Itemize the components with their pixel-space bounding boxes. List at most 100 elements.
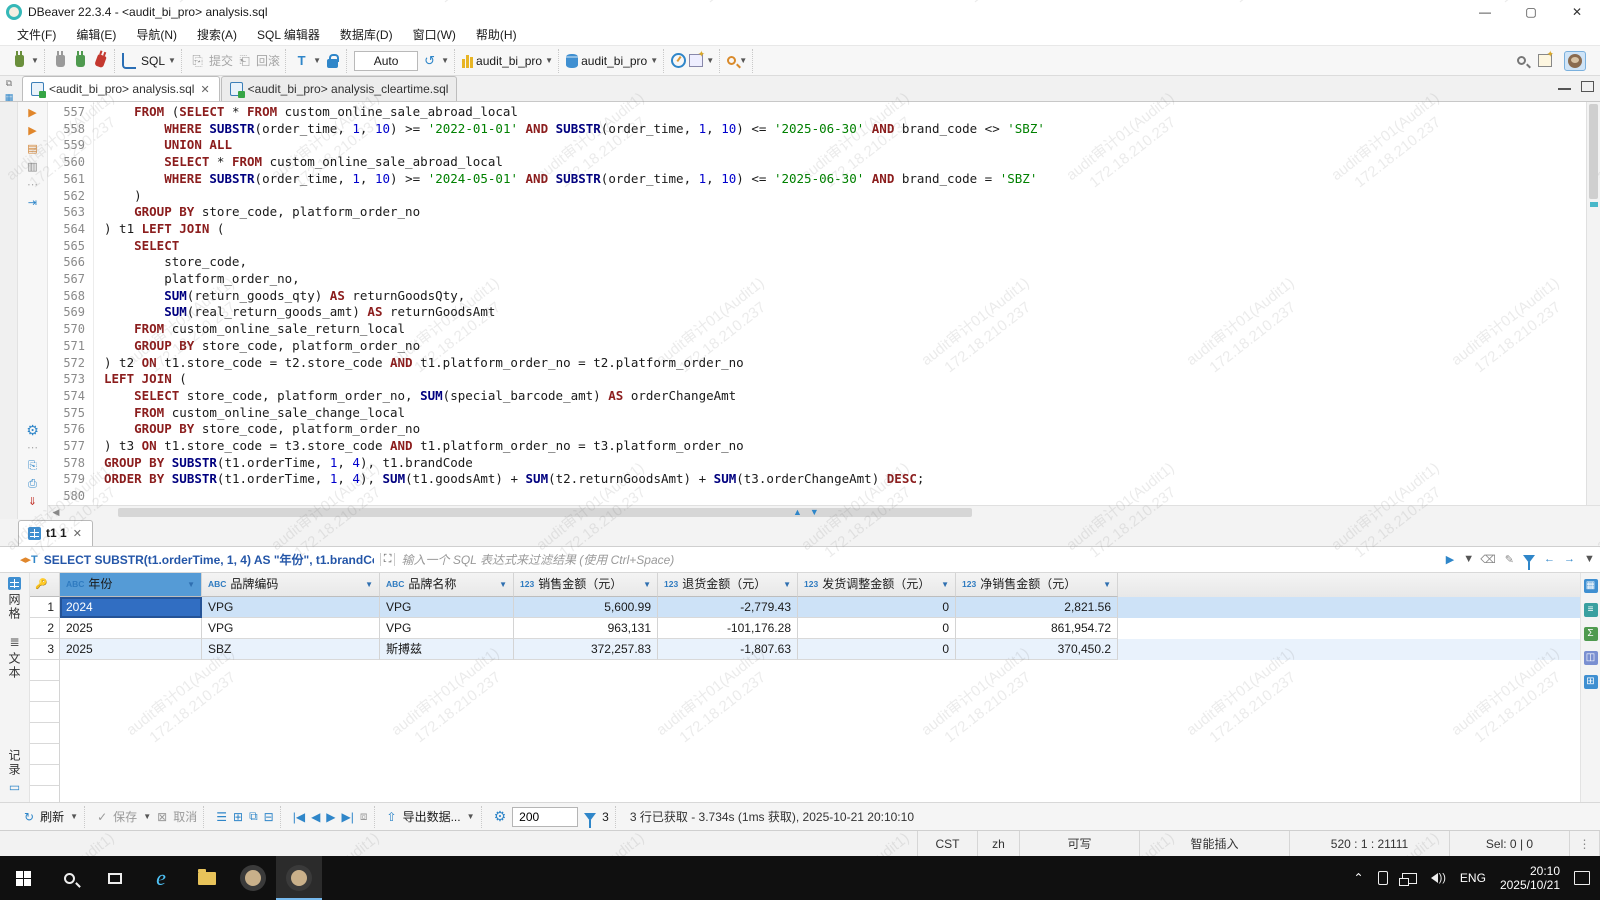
restore-view-icon[interactable]: ⧉	[6, 78, 12, 89]
tab-close-icon[interactable]: ✕	[199, 83, 210, 96]
presentation-grid[interactable]: 网格	[6, 577, 23, 621]
ie-taskbar-icon[interactable]: e	[138, 856, 184, 900]
window-close-button[interactable]: ✕	[1554, 0, 1600, 24]
reconnect-icon[interactable]	[72, 52, 89, 69]
metadata-panel-icon[interactable]: ≡	[1584, 603, 1598, 617]
menu-item-5[interactable]: SQL 编辑器	[248, 24, 329, 45]
cell-r3c4[interactable]: 372,257.83	[514, 639, 658, 660]
column-header-4[interactable]: 123销售金额（元）▼	[514, 573, 658, 597]
sql-code[interactable]: FROM (SELECT * FROM custom_online_sale_a…	[94, 102, 1586, 505]
lock-icon[interactable]	[324, 52, 341, 69]
minimize-editor-icon[interactable]	[1558, 81, 1571, 90]
cell-r3c1[interactable]: 2025	[60, 639, 202, 660]
presentation-text[interactable]: ≣ 文本	[6, 635, 23, 680]
grid-settings-gear-icon[interactable]: ⚙	[494, 808, 507, 825]
execute-script-icon[interactable]: ▶	[28, 124, 36, 138]
disconnect-icon[interactable]	[92, 52, 109, 69]
clear-filter-icon[interactable]: ⌫	[1480, 553, 1496, 566]
cell-r3c6[interactable]: 0	[798, 639, 956, 660]
column-header-1[interactable]: ABC年份▼	[60, 573, 202, 597]
load-file-icon[interactable]: ⇥	[28, 196, 37, 210]
filter-forward-icon[interactable]: →	[1564, 553, 1575, 565]
editor-tab-1[interactable]: <audit_bi_pro> analysis.sql✕	[22, 76, 220, 101]
app-icon-dbeaver[interactable]	[276, 856, 322, 900]
export-dropdown-icon[interactable]: ▼	[467, 812, 475, 821]
connection-dropdown-icon[interactable]: ▼	[545, 56, 553, 65]
refresh-dropdown-icon[interactable]: ▼	[70, 812, 78, 821]
start-button[interactable]	[0, 856, 46, 900]
references-panel-icon[interactable]: ◫	[1584, 651, 1598, 665]
taskbar-search-icon[interactable]	[46, 856, 92, 900]
taskbar-clock[interactable]: 20:10 2025/10/21	[1500, 864, 1560, 892]
collapse-up-icon[interactable]: ▲	[793, 507, 802, 517]
cell-r1c2[interactable]: VPG	[202, 597, 380, 618]
task-view-icon[interactable]	[92, 856, 138, 900]
cell-r3c5[interactable]: -1,807.63	[658, 639, 798, 660]
editor-tab-2[interactable]: <audit_bi_pro> analysis_cleartime.sql	[221, 76, 458, 101]
edit-value-icon[interactable]: ☰	[216, 810, 227, 824]
save-dropdown-icon[interactable]: ▼	[143, 812, 151, 821]
connection-selector[interactable]: audit_bi_pro	[476, 54, 542, 68]
save-button[interactable]: 保存	[113, 808, 137, 825]
explain-plan-icon[interactable]: ▥	[27, 160, 37, 174]
cell-r2c2[interactable]: VPG	[202, 618, 380, 639]
filter-input[interactable]: 输入一个 SQL 表达式来过滤结果 (使用 Ctrl+Space)	[401, 551, 1439, 568]
search-db-icon[interactable]	[727, 56, 736, 65]
menu-item-4[interactable]: 搜索(A)	[188, 24, 246, 45]
history-icon[interactable]: ↺	[421, 52, 438, 69]
rollback-button[interactable]: 回滚	[256, 52, 280, 69]
hidden-icons-chevron[interactable]: ⌃	[1354, 871, 1364, 885]
statusbar-menu-icon[interactable]: ⋮	[1570, 831, 1600, 856]
cell-r3c7[interactable]: 370,450.2	[956, 639, 1118, 660]
filter-dropdown-icon[interactable]: ▼	[1463, 553, 1471, 565]
expand-filter-icon[interactable]: ⛶	[380, 553, 396, 566]
network-tray-icon[interactable]	[1402, 873, 1417, 884]
cell-r1c7[interactable]: 2,821.56	[956, 597, 1118, 618]
table-row-1[interactable]: 12024VPGVPG5,600.99-2,779.4302,821.56	[30, 597, 1580, 618]
history-dropdown-icon[interactable]: ▼	[441, 56, 449, 65]
scroll-left-icon[interactable]: ◀	[48, 507, 64, 518]
database-dropdown-icon[interactable]: ▼	[650, 56, 658, 65]
cell-r2c1[interactable]: 2025	[60, 618, 202, 639]
cell-r3c2[interactable]: SBZ	[202, 639, 380, 660]
menu-item-3[interactable]: 导航(N)	[127, 24, 186, 45]
export-button[interactable]: 导出数据...	[403, 808, 461, 825]
apply-filter-icon[interactable]: ▶	[1446, 553, 1454, 566]
action-center-icon[interactable]	[1574, 871, 1590, 885]
sql-dropdown-icon[interactable]: ▼	[168, 56, 176, 65]
filter-back-icon[interactable]: ←	[1544, 553, 1555, 565]
open-editor-icon[interactable]: ⎘	[28, 459, 37, 473]
cancel-button[interactable]: 取消	[173, 808, 197, 825]
cell-r1c4[interactable]: 5,600.99	[514, 597, 658, 618]
active-filter-icon[interactable]	[584, 813, 596, 821]
open-perspective-icon[interactable]	[1538, 54, 1552, 67]
column-header-3[interactable]: ABC品牌名称▼	[380, 573, 514, 597]
cell-r1c6[interactable]: 0	[798, 597, 956, 618]
column-header-7[interactable]: 123净销售金额（元）▼	[956, 573, 1118, 597]
volume-tray-icon[interactable]: ))	[1431, 872, 1446, 884]
download-icon[interactable]: ⇓	[28, 495, 37, 509]
fetch-size-input[interactable]	[512, 807, 578, 827]
settings-gear-icon[interactable]: ⚙	[26, 423, 39, 437]
results-tab-close-icon[interactable]: ✕	[72, 527, 83, 540]
commit-button[interactable]: 提交	[209, 52, 233, 69]
filter-funnel-icon[interactable]	[1523, 555, 1535, 563]
tx-mode-combo[interactable]: Auto	[354, 51, 418, 71]
row-number[interactable]: 1	[30, 597, 60, 618]
calc-panel-icon[interactable]: ⊞	[1584, 675, 1598, 689]
cell-r2c6[interactable]: 0	[798, 618, 956, 639]
menu-item-2[interactable]: 编辑(E)	[67, 24, 125, 45]
task-dropdown-icon[interactable]: ▼	[706, 56, 714, 65]
duplicate-row-icon[interactable]: ⧉	[249, 809, 258, 824]
quick-search-icon[interactable]	[1517, 56, 1526, 65]
delete-row-icon[interactable]: ⊟	[264, 810, 274, 824]
usb-tray-icon[interactable]	[1378, 871, 1388, 885]
fetch-all-icon[interactable]: ⧈	[360, 809, 368, 824]
column-header-2[interactable]: ABC品牌编码▼	[202, 573, 380, 597]
edit-filter-icon[interactable]: ✎	[1505, 553, 1514, 566]
database-selector[interactable]: audit_bi_pro	[581, 54, 647, 68]
next-page-icon[interactable]: ▶	[326, 810, 335, 824]
cell-r2c3[interactable]: VPG	[380, 618, 514, 639]
value-panel-icon[interactable]: ▦	[1584, 579, 1598, 593]
custom-filter-icon[interactable]: ◂▸T	[20, 553, 38, 566]
